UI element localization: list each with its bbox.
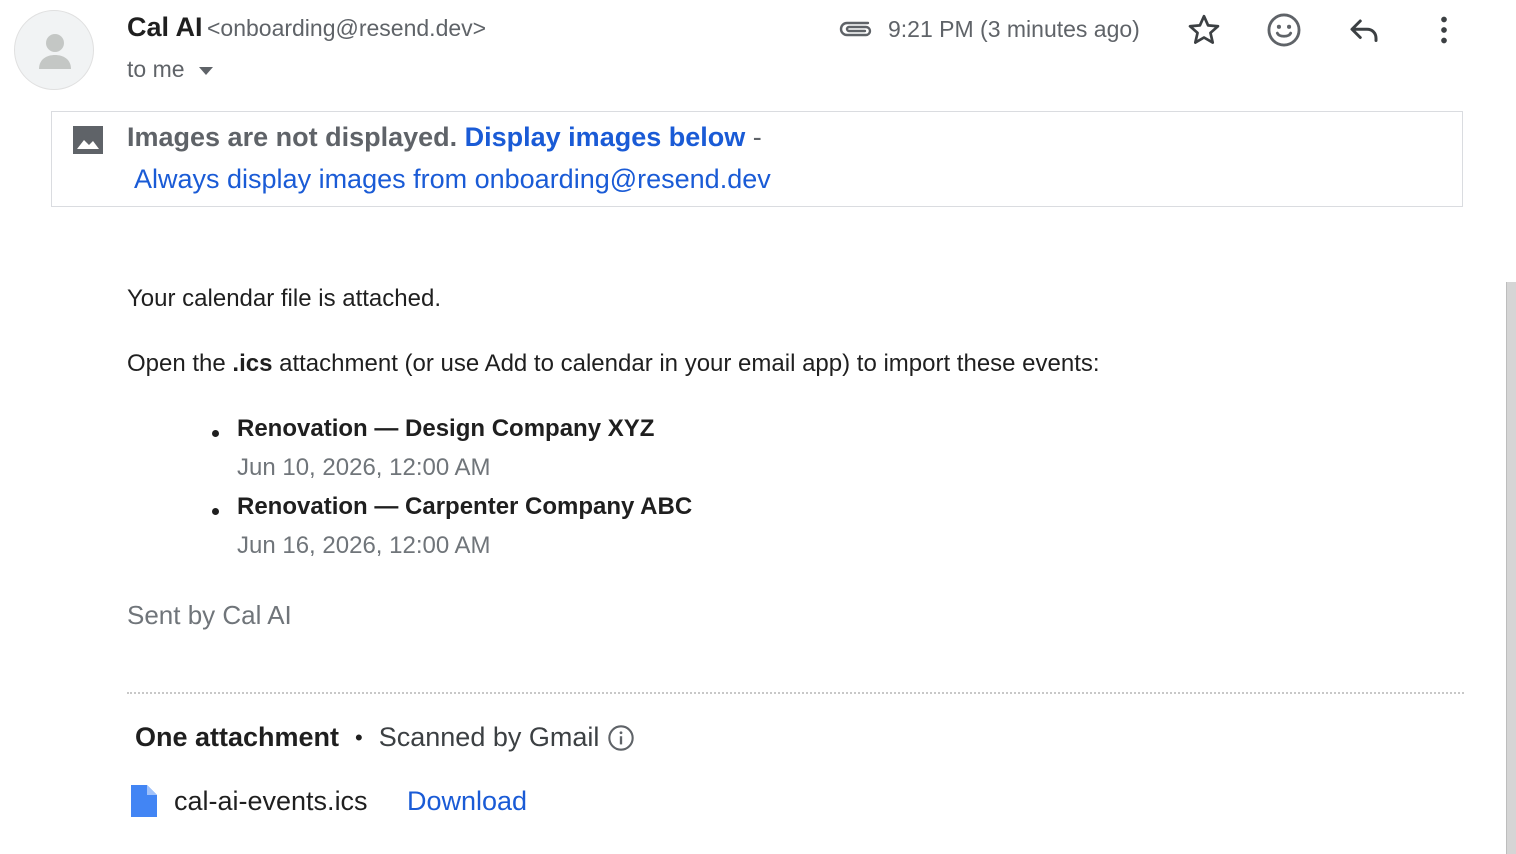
attachments-divider bbox=[127, 692, 1464, 694]
list-bullet bbox=[212, 430, 219, 437]
star-button[interactable] bbox=[1184, 10, 1224, 50]
message-line-1: Your calendar file is attached. bbox=[127, 285, 441, 312]
scanned-by-label: Scanned by Gmail bbox=[378, 722, 600, 752]
banner-line-1: Images are not displayed. Display images… bbox=[127, 122, 762, 153]
attachments-header: One attachment • Scanned by Gmail bbox=[135, 722, 635, 753]
event-date: Jun 16, 2026, 12:00 AM bbox=[237, 532, 491, 559]
scrollbar[interactable] bbox=[1506, 282, 1516, 854]
message-line-2-suffix: attachment (or use Add to calendar in yo… bbox=[272, 350, 1100, 377]
sender-email: <onboarding@resend.dev> bbox=[206, 15, 487, 41]
event-title: Renovation — Carpenter Company ABC bbox=[237, 493, 693, 520]
image-icon bbox=[72, 124, 104, 161]
message-line-2-prefix: Open the bbox=[127, 350, 233, 377]
images-blocked-banner: Images are not displayed. Display images… bbox=[51, 111, 1463, 207]
download-link[interactable]: Download bbox=[407, 786, 527, 817]
attachment-count: One attachment bbox=[135, 722, 340, 752]
caret-down-icon bbox=[198, 66, 213, 75]
sender-avatar[interactable] bbox=[14, 10, 94, 90]
person-icon bbox=[39, 34, 71, 69]
timestamp: 9:21 PM (3 minutes ago) bbox=[888, 16, 1140, 42]
sender-name[interactable]: Cal AI bbox=[127, 12, 203, 42]
signature: Sent by Cal AI bbox=[127, 600, 292, 630]
reply-icon bbox=[1350, 19, 1378, 42]
display-images-link[interactable]: Display images below bbox=[465, 122, 746, 152]
banner-separator: - bbox=[752, 122, 762, 152]
sender-line: Cal AI <onboarding@resend.dev> bbox=[127, 12, 486, 43]
recipient-details-toggle[interactable]: to me bbox=[127, 56, 213, 83]
emoji-reaction-button[interactable] bbox=[1264, 10, 1304, 50]
event-date: Jun 10, 2026, 12:00 AM bbox=[237, 454, 491, 481]
more-options-button[interactable] bbox=[1424, 10, 1464, 50]
emoji-icon bbox=[1267, 13, 1301, 47]
attachment-file-name[interactable]: cal-ai-events.ics bbox=[174, 786, 368, 817]
images-not-displayed-text: Images are not displayed. bbox=[127, 122, 458, 152]
reply-button[interactable] bbox=[1344, 10, 1384, 50]
always-display-images-link[interactable]: Always display images from onboarding@re… bbox=[134, 164, 771, 195]
message-line-2-bold: .ics bbox=[232, 350, 273, 377]
recipient-label: to me bbox=[127, 56, 185, 82]
message-line-2: Open the .ics attachment (or use Add to … bbox=[127, 350, 1100, 378]
star-icon bbox=[1188, 14, 1220, 44]
document-file-icon bbox=[129, 785, 157, 822]
list-bullet bbox=[212, 508, 219, 515]
event-title: Renovation — Design Company XYZ bbox=[237, 415, 655, 442]
info-icon[interactable] bbox=[607, 724, 635, 752]
bullet-separator: • bbox=[355, 724, 363, 750]
attachment-clip-icon bbox=[838, 16, 874, 47]
more-vert-icon bbox=[1441, 16, 1447, 44]
